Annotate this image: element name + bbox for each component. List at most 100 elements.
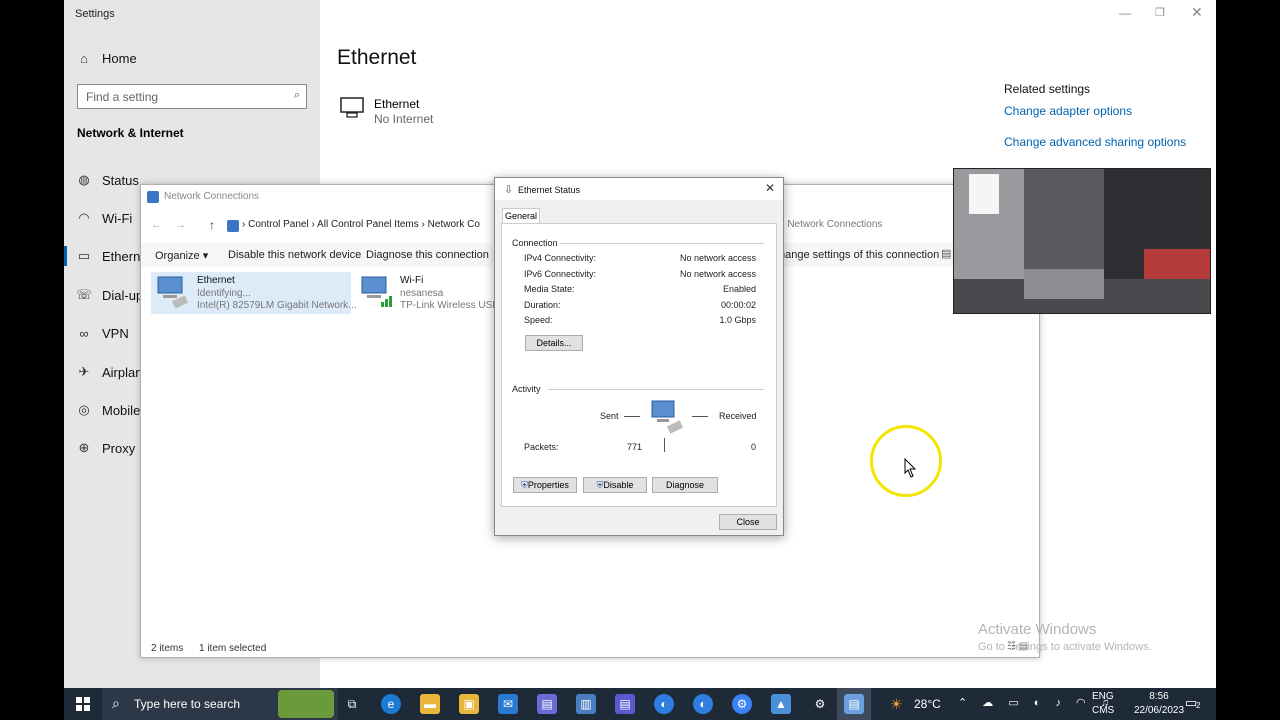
- packets-sent-value: 771: [626, 442, 642, 452]
- sidebar-item-proxy[interactable]: ⊕ Proxy: [76, 436, 136, 460]
- search-placeholder: Type here to search: [134, 697, 241, 711]
- app-icon[interactable]: ▤: [615, 694, 635, 714]
- divider: [548, 389, 764, 390]
- search-icon: ⌕: [293, 89, 300, 101]
- diagnose-connection-button[interactable]: Diagnose this connection: [366, 249, 489, 261]
- dialog-title: Ethernet Status: [518, 185, 581, 195]
- ethernet-status-dialog: ⇩ Ethernet Status ✕ General Connection I…: [494, 177, 784, 536]
- control-panel-icon: [227, 220, 239, 232]
- search-network-input[interactable]: h Network Connections: [779, 219, 882, 230]
- breadcrumb-control-panel[interactable]: Control Panel: [248, 219, 309, 230]
- settings-gear-icon[interactable]: ⚙: [810, 694, 830, 714]
- wifi-icon: ◠: [78, 210, 90, 225]
- vpn-icon: ∞: [79, 325, 89, 341]
- wifi-adapter-name[interactable]: Wi-Fi: [400, 275, 423, 286]
- sidebar-item-dialup[interactable]: ☏ Dial-up: [76, 283, 143, 307]
- wifi-adapter-device: TP-Link Wireless USB A: [400, 300, 508, 311]
- dialog-close-x[interactable]: ✕: [765, 181, 775, 195]
- sidebar-item-wifi[interactable]: ◠ Wi-Fi: [76, 206, 132, 230]
- back-button[interactable]: ←: [151, 219, 162, 231]
- change-adapter-options-link[interactable]: Change adapter options: [1004, 104, 1132, 118]
- close-button[interactable]: ✕: [1191, 4, 1203, 21]
- breadcrumb: › Control Panel › All Control Panel Item…: [242, 219, 480, 230]
- properties-button[interactable]: ⛨Properties: [513, 477, 577, 493]
- home-label: Home: [102, 50, 137, 66]
- network-connections-taskbar-icon[interactable]: ▤: [844, 694, 864, 714]
- ipv6-label: IPv6 Connectivity:: [524, 269, 597, 279]
- notification-count: 2: [1196, 701, 1201, 710]
- disable-label: Disable: [603, 480, 634, 490]
- sidebar-label: Mobile: [102, 402, 141, 418]
- change-settings-button[interactable]: hange settings of this connection: [779, 249, 939, 261]
- section-title: Network & Internet: [77, 126, 184, 140]
- minimize-button[interactable]: —: [1119, 6, 1131, 20]
- divider: [624, 416, 640, 417]
- desktop: Settings ⌂ Home Find a setting ⌕ Network…: [64, 0, 1216, 720]
- sidebar-label: Dial-up: [102, 287, 144, 303]
- close-dialog-button[interactable]: Close: [719, 514, 777, 530]
- sent-label: Sent: [600, 411, 619, 421]
- app-icon[interactable]: ▤: [537, 694, 557, 714]
- connection-header: Connection: [512, 238, 558, 248]
- properties-label: Properties: [527, 480, 569, 490]
- duration-label: Duration:: [524, 300, 561, 310]
- clock-time[interactable]: 8:56: [1136, 691, 1182, 702]
- app-icon[interactable]: ◐: [654, 694, 674, 714]
- breadcrumb-all-items[interactable]: All Control Panel Items: [317, 219, 419, 230]
- up-button[interactable]: ↑: [209, 218, 215, 232]
- network-app-icon[interactable]: ▥: [576, 694, 596, 714]
- diagnose-button[interactable]: Diagnose: [652, 477, 718, 493]
- change-sharing-options-link[interactable]: Change advanced sharing options: [1004, 135, 1186, 149]
- window-title: Network Connections: [164, 191, 260, 202]
- search-icon: ⌕: [112, 695, 120, 711]
- view-options-icon[interactable]: ▤: [941, 247, 951, 260]
- search-highlight-image: [278, 690, 334, 718]
- organize-button[interactable]: Organize ▾: [155, 249, 208, 262]
- app-icon[interactable]: ◐: [693, 694, 713, 714]
- globe-icon: ⊕: [78, 440, 90, 455]
- store-icon[interactable]: ▣: [459, 694, 479, 714]
- home-nav[interactable]: ⌂ Home: [76, 46, 137, 70]
- task-view-icon[interactable]: ⧉: [342, 694, 362, 714]
- dialup-icon: ☏: [76, 287, 93, 302]
- ethernet-connection-name[interactable]: Ethernet: [374, 97, 419, 111]
- activate-windows-subtitle: Go to Settings to activate Windows.: [978, 641, 1152, 653]
- divider: [664, 438, 665, 452]
- sidebar-item-status[interactable]: ◍ Status: [76, 168, 139, 192]
- search-placeholder: Find a setting: [86, 90, 159, 104]
- ethernet-adapter-status: Identifying...: [197, 288, 251, 299]
- sidebar-item-airplane[interactable]: ✈ Airplane: [76, 360, 150, 384]
- language-indicator[interactable]: ENG: [1092, 691, 1114, 702]
- divider: [692, 416, 708, 417]
- ethernet-adapter-name[interactable]: Ethernet: [197, 275, 235, 286]
- windows-start-icon[interactable]: [76, 697, 90, 711]
- photos-icon[interactable]: ▲: [771, 694, 791, 714]
- ethernet-icon: ▭: [77, 248, 91, 263]
- weather-temperature[interactable]: 28°C: [914, 697, 941, 711]
- webcam-overlay: [953, 168, 1211, 314]
- network-folder-icon: [147, 191, 159, 203]
- taskbar-search-input[interactable]: ⌕ Type here to search: [102, 688, 338, 720]
- forward-button[interactable]: →: [175, 219, 186, 231]
- sidebar-item-mobile[interactable]: ◎ Mobile: [76, 398, 140, 422]
- details-button[interactable]: Details...: [525, 335, 583, 351]
- tab-general[interactable]: General: [502, 208, 540, 224]
- disable-device-button[interactable]: Disable this network device: [228, 249, 361, 261]
- breadcrumb-network[interactable]: Network Co: [428, 219, 480, 230]
- settings-search-input[interactable]: Find a setting ⌕: [77, 84, 307, 109]
- duration-value: 00:00:02: [720, 300, 756, 310]
- disable-button[interactable]: ⛨Disable: [583, 477, 647, 493]
- media-state-label: Media State:: [524, 284, 575, 294]
- settings-title: Settings: [75, 8, 115, 20]
- sidebar-item-vpn[interactable]: ∞ VPN: [76, 321, 128, 345]
- app-icon[interactable]: ⚙: [732, 694, 752, 714]
- maximize-button[interactable]: ❐: [1155, 6, 1165, 19]
- edge-icon[interactable]: e: [381, 694, 401, 714]
- ipv4-value: No network access: [679, 253, 756, 263]
- mail-icon[interactable]: ✉: [498, 694, 518, 714]
- selected-indicator: [64, 246, 67, 266]
- file-explorer-icon[interactable]: ▬: [420, 694, 440, 714]
- taskbar: ⌕ Type here to search ⧉ e ▬ ▣ ✉ ▤ ▥ ▤ ◐ …: [64, 688, 1216, 720]
- ethernet-adapter-device: Intel(R) 82579LM Gigabit Network...: [197, 300, 357, 311]
- input-method-indicator[interactable]: CMS: [1092, 705, 1114, 716]
